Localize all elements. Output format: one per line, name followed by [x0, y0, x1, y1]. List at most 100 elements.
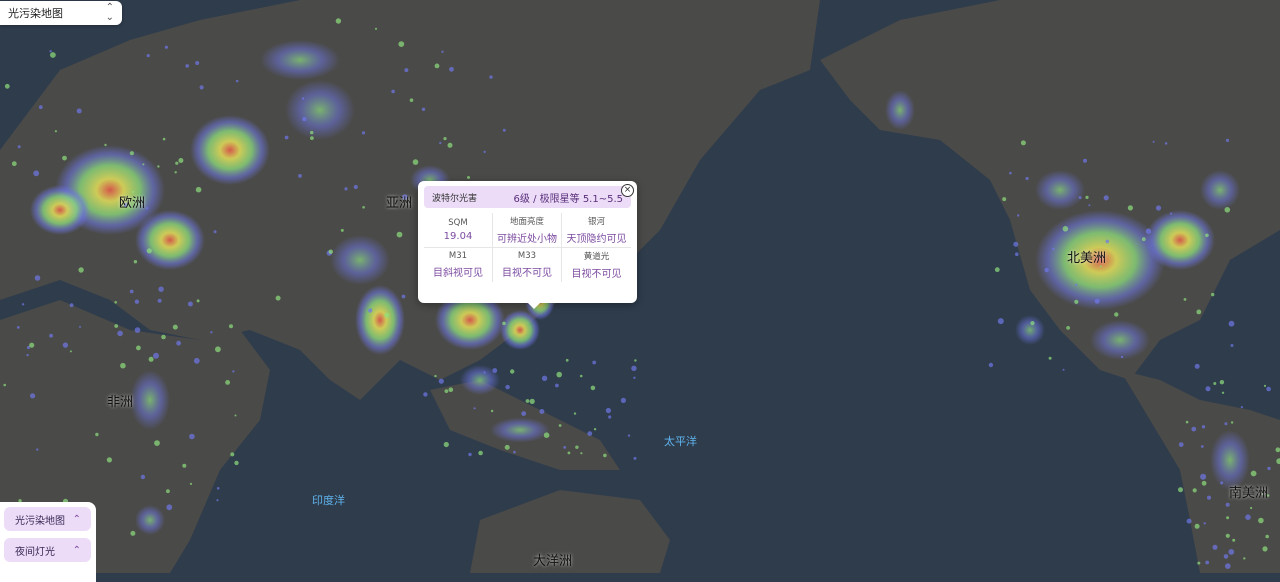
light-dot: [26, 354, 28, 356]
layer-button-night-lights[interactable]: 夜间灯光 ⌃: [4, 538, 91, 562]
light-dot: [142, 163, 144, 165]
light-dot: [1225, 563, 1231, 569]
light-pollution-map[interactable]: [0, 0, 1280, 573]
light-glow: [30, 185, 90, 235]
light-dot: [505, 445, 510, 450]
light-dot: [634, 457, 637, 460]
light-dot: [505, 385, 509, 389]
light-dot: [1265, 535, 1269, 539]
light-dot: [439, 379, 444, 384]
light-glow: [285, 80, 355, 140]
light-dot: [1226, 503, 1230, 507]
light-dot: [633, 377, 635, 379]
chevron-updown-icon: ⌃⌄: [106, 3, 114, 23]
light-dot: [136, 346, 141, 351]
light-dot: [147, 54, 150, 57]
light-dot: [580, 452, 582, 454]
light-dot: [310, 131, 313, 134]
light-dot: [1207, 496, 1211, 500]
light-dot: [1226, 139, 1229, 142]
light-dot: [1095, 299, 1100, 304]
location-popup: × 波特尔光害 6级 / 极限星等 5.1~5.5 SQM 19.04 地面亮度…: [418, 181, 637, 303]
light-dot: [1231, 344, 1234, 347]
light-dot: [1224, 554, 1229, 559]
light-dot: [995, 267, 1000, 272]
light-dot: [1017, 214, 1019, 216]
light-dot: [329, 250, 333, 254]
light-dot: [1106, 240, 1110, 244]
light-dot: [474, 407, 476, 409]
light-dot: [17, 326, 20, 329]
light-dot: [1015, 252, 1019, 256]
light-dot: [1045, 268, 1049, 272]
light-dot: [1179, 442, 1184, 447]
light-dot: [1083, 159, 1087, 163]
light-dot: [120, 363, 126, 369]
light-dot: [1258, 518, 1264, 524]
light-dot: [384, 313, 389, 318]
layer-button-light-pollution[interactable]: 光污染地图 ⌃: [4, 507, 91, 531]
light-dot: [1250, 507, 1252, 509]
light-dot: [229, 324, 233, 328]
light-dot: [559, 424, 562, 427]
metric-value: 目视不可见: [572, 265, 622, 280]
light-dot: [1202, 425, 1205, 428]
light-dot: [631, 366, 636, 371]
light-dot: [1066, 326, 1070, 330]
light-dot: [449, 67, 454, 72]
light-dot: [354, 185, 358, 189]
light-dot: [413, 159, 419, 165]
metric-value: 19.04: [444, 231, 473, 242]
light-dot: [510, 369, 514, 373]
light-dot: [1178, 487, 1183, 492]
light-dot: [210, 331, 212, 333]
light-dot: [197, 299, 200, 302]
metric-title: 地面亮度: [510, 215, 544, 227]
light-dot: [95, 433, 98, 436]
light-dot: [36, 448, 38, 450]
light-dot: [5, 84, 10, 89]
light-dot: [575, 446, 578, 449]
light-dot: [1231, 421, 1233, 423]
close-icon[interactable]: ×: [621, 184, 634, 197]
light-dot: [310, 136, 314, 140]
light-dot: [1170, 213, 1172, 215]
light-dot: [49, 50, 51, 52]
light-dot: [55, 130, 57, 132]
light-dot: [189, 434, 195, 440]
metric-m31: M31 目斜视可见: [424, 248, 493, 282]
light-glow: [885, 90, 915, 130]
light-dot: [362, 131, 365, 134]
metric-title: 银河: [588, 215, 605, 227]
light-dot: [35, 275, 41, 281]
light-dot: [1074, 300, 1078, 304]
metric-value: 目视不可见: [502, 264, 552, 279]
light-dot: [544, 432, 550, 438]
layer-button-label: 光污染地图: [15, 512, 65, 527]
light-glow: [1035, 170, 1085, 210]
light-dot: [989, 363, 993, 367]
metric-title: M31: [449, 251, 467, 261]
light-dot: [491, 410, 493, 412]
light-dot: [182, 464, 186, 468]
layer-select[interactable]: 光污染地图 ⌃⌄: [0, 1, 122, 25]
metrics-grid: SQM 19.04 地面亮度 可辨近处小物 银河 天顶隐约可见 M31 目斜视可…: [424, 213, 631, 282]
light-dot: [214, 230, 217, 233]
light-dot: [1021, 140, 1026, 145]
light-dot: [230, 452, 234, 456]
light-dot: [1193, 488, 1197, 492]
light-dot: [22, 303, 24, 305]
light-dot: [1063, 226, 1069, 232]
light-dot: [235, 415, 237, 417]
label-indian: 印度洋: [312, 492, 345, 508]
light-dot: [158, 287, 163, 292]
light-dot: [492, 368, 497, 373]
light-dot: [236, 80, 239, 83]
light-dot: [163, 138, 166, 141]
label-south-america: 南美洲: [1229, 482, 1268, 501]
light-dot: [1201, 445, 1204, 448]
light-dot: [50, 52, 56, 58]
light-dot: [146, 207, 148, 209]
light-dot: [1245, 514, 1251, 520]
light-dot: [196, 187, 202, 193]
